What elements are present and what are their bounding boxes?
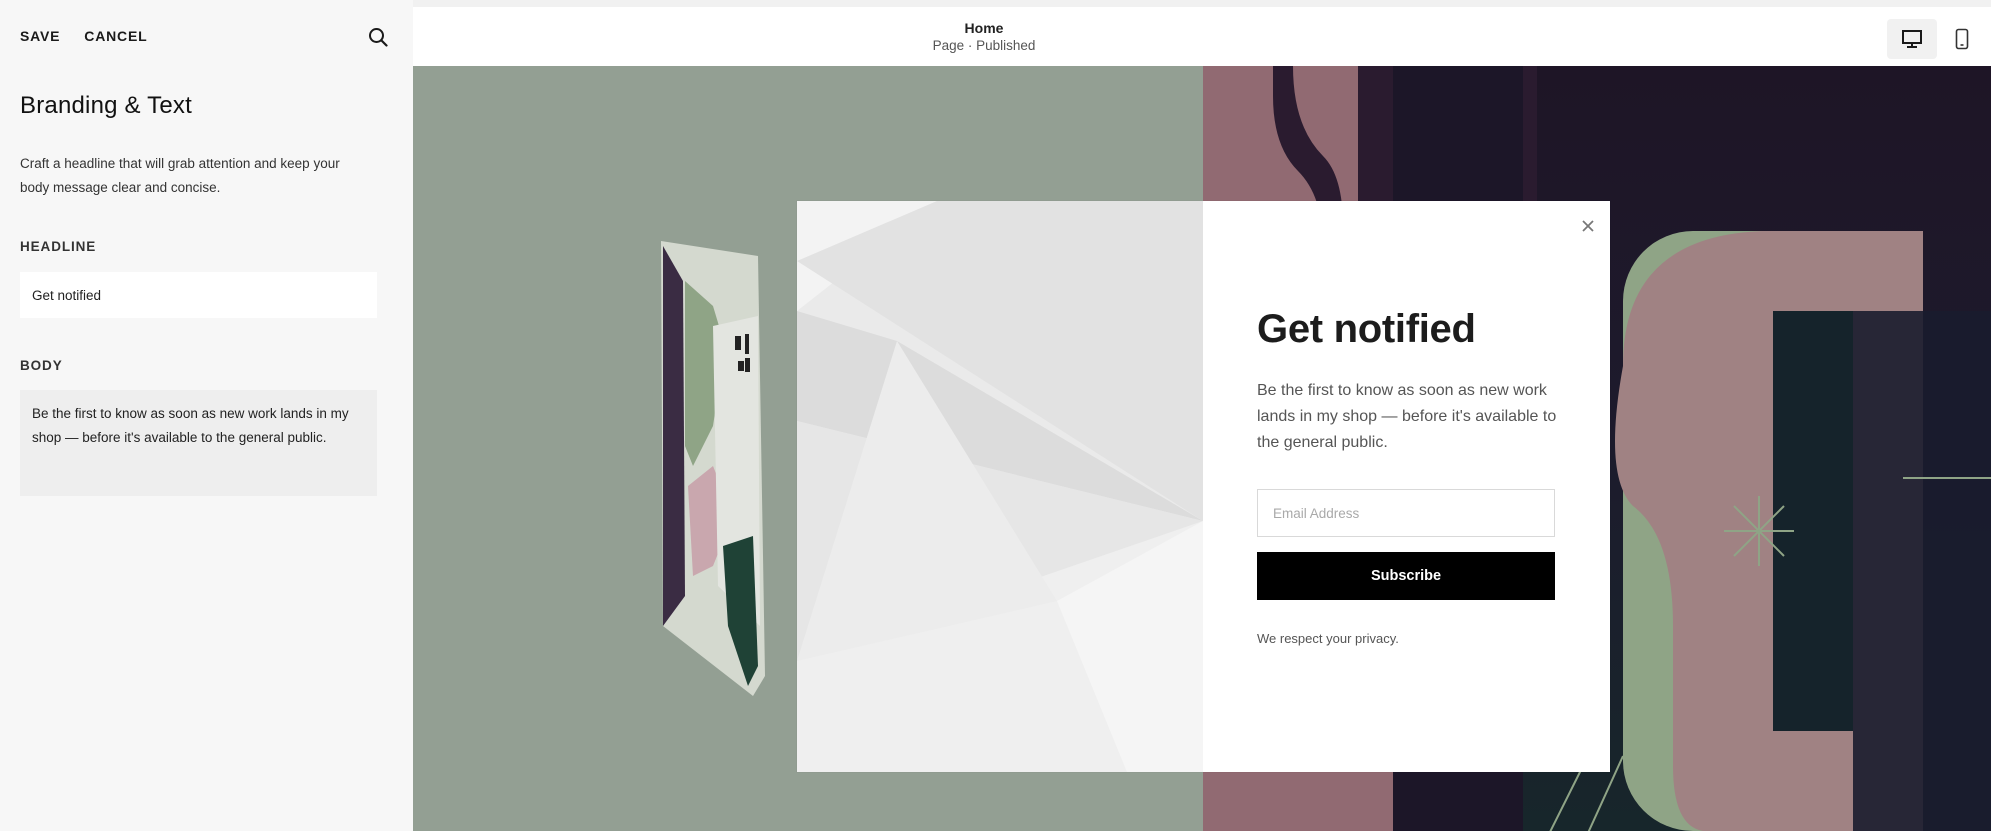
panel-description: Craft a headline that will grab attentio… <box>20 156 340 195</box>
privacy-note: We respect your privacy. <box>1257 631 1399 646</box>
email-field[interactable] <box>1257 489 1555 537</box>
newsletter-popup: Get notified Be the first to know as soo… <box>797 201 1610 772</box>
page-canvas: Get notified Be the first to know as soo… <box>413 66 1991 831</box>
panel-title: Branding & Text <box>20 92 192 119</box>
headline-input[interactable] <box>20 272 377 318</box>
cancel-button[interactable]: CANCEL <box>84 28 147 44</box>
asterisk-ornament <box>1724 496 1794 566</box>
site-preview: Home Page · Published Get notified Be th… <box>413 0 1991 831</box>
popup-headline: Get notified <box>1257 307 1476 351</box>
popup-image <box>797 201 1203 772</box>
page-status: Page · Published <box>932 38 1036 53</box>
body-textarea[interactable]: Be the first to know as soon as new work… <box>20 390 377 496</box>
device-toggle <box>1887 19 1987 59</box>
desktop-icon[interactable] <box>1887 19 1937 59</box>
subscribe-button[interactable]: Subscribe <box>1257 552 1555 600</box>
save-button[interactable]: SAVE <box>20 28 60 44</box>
body-label: BODY <box>20 358 63 373</box>
search-icon[interactable] <box>366 25 390 49</box>
mobile-icon[interactable] <box>1937 19 1987 59</box>
page-title: Home <box>964 20 1004 36</box>
popup-body: Be the first to know as soon as new work… <box>1257 382 1557 451</box>
headline-label: HEADLINE <box>20 239 97 254</box>
editor-sidebar: SAVE CANCEL Branding & Text Craft a head… <box>0 0 413 831</box>
sidebar-actions: SAVE CANCEL <box>20 28 147 44</box>
close-icon[interactable] <box>1579 217 1597 235</box>
preview-topbar: Home Page · Published <box>413 7 1991 66</box>
